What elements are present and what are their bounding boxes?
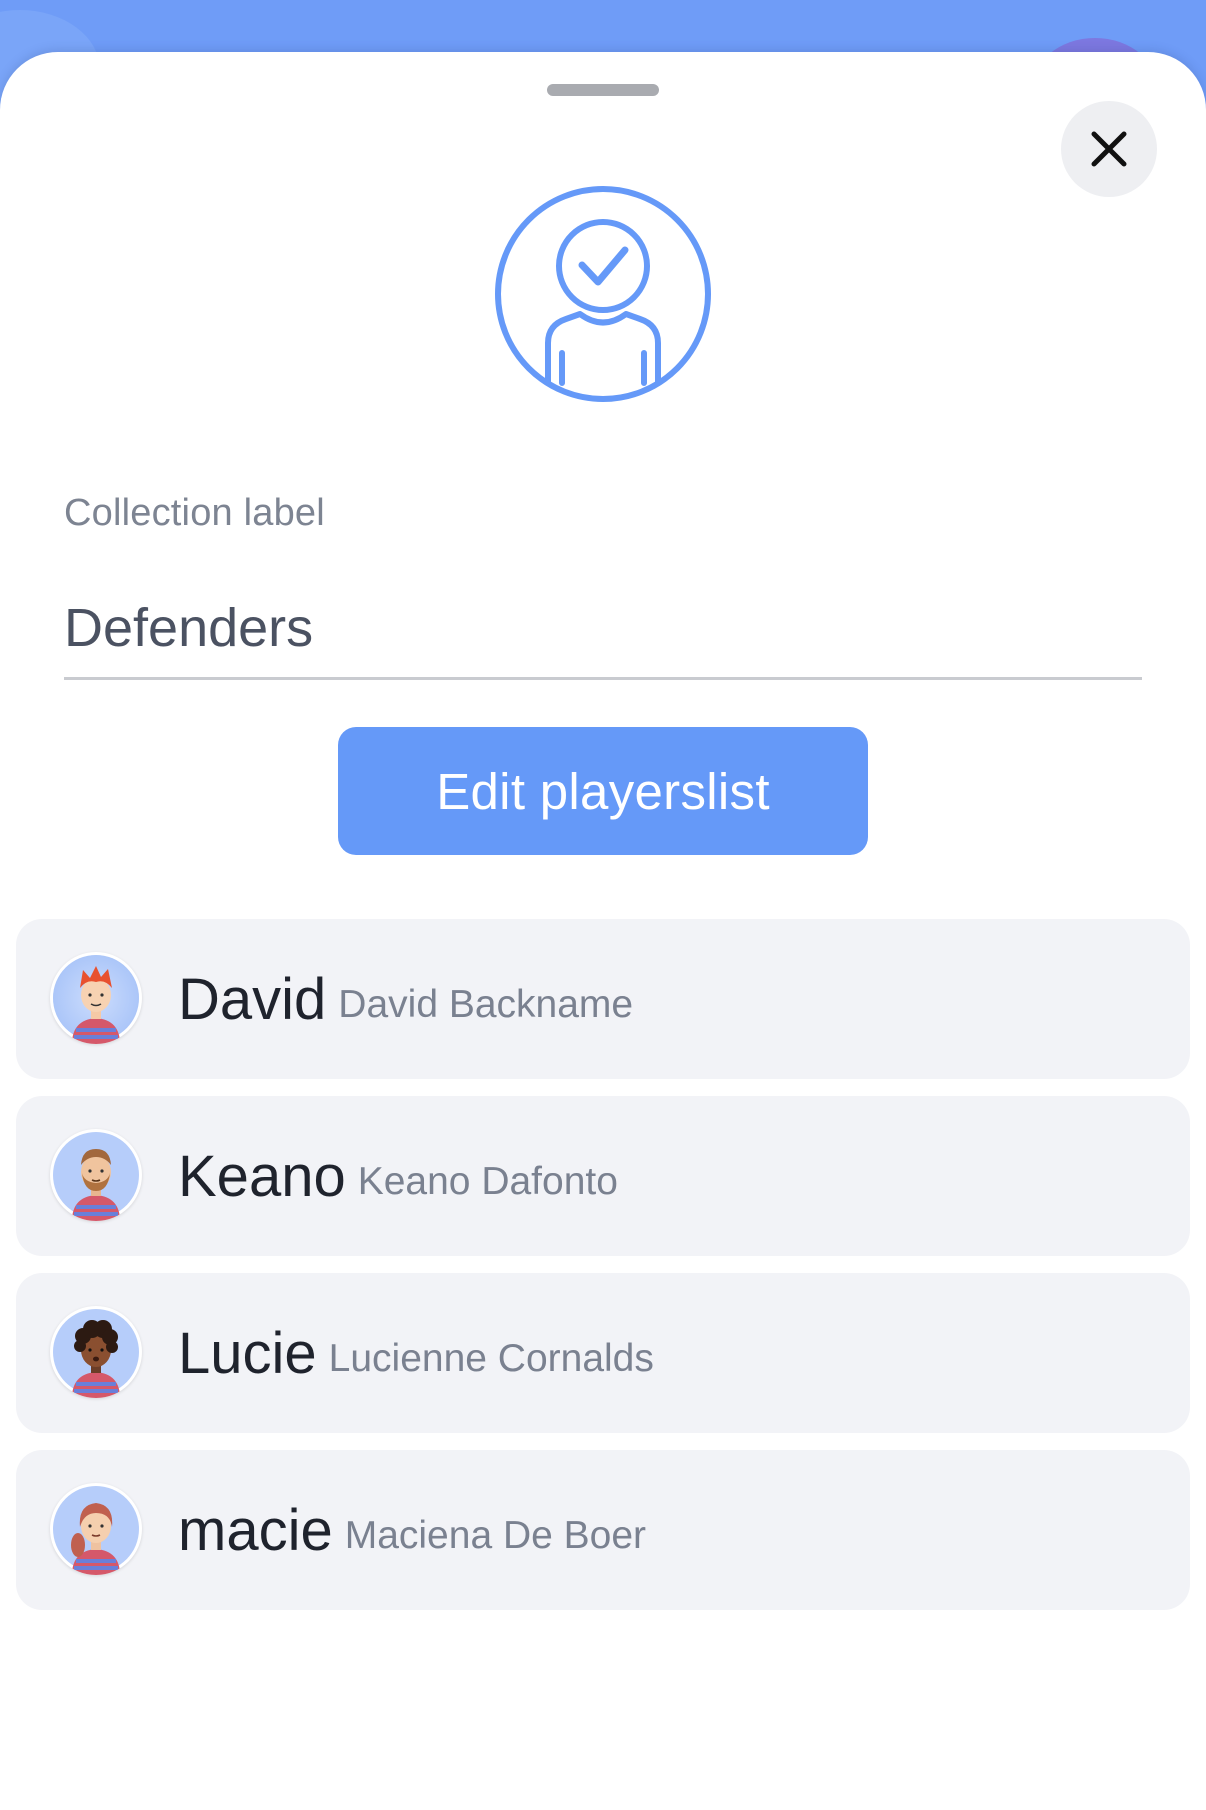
player-text: Lucie Lucienne Cornalds	[178, 1273, 654, 1433]
close-button[interactable]	[1061, 101, 1157, 197]
player-nickname: Keano	[178, 1143, 346, 1209]
avatar	[50, 952, 142, 1044]
player-nickname: David	[178, 966, 327, 1032]
player-text: macie Maciena De Boer	[178, 1450, 646, 1610]
player-full-name: David Backname	[338, 983, 634, 1026]
avatar	[50, 1483, 142, 1575]
player-row[interactable]: Keano Keano Dafonto	[16, 1096, 1190, 1256]
user-check-icon	[495, 186, 711, 402]
player-nickname: macie	[178, 1497, 333, 1563]
player-row[interactable]: David David Backname	[16, 919, 1190, 1079]
sheet-grabber-handle[interactable]	[547, 84, 659, 96]
close-icon	[1091, 131, 1127, 167]
player-list: David David Backname Keano Keano Dafonto	[16, 919, 1190, 1627]
edit-playerslist-button[interactable]: Edit playerslist	[338, 727, 868, 855]
player-full-name: Maciena De Boer	[344, 1514, 647, 1557]
player-full-name: Lucienne Cornalds	[328, 1337, 654, 1380]
collection-label: Collection label	[64, 492, 325, 534]
player-row[interactable]: macie Maciena De Boer	[16, 1450, 1190, 1610]
avatar	[50, 1306, 142, 1398]
player-text: David David Backname	[178, 919, 633, 1079]
player-nickname: Lucie	[178, 1320, 317, 1386]
avatar	[50, 1129, 142, 1221]
collection-label-input[interactable]	[64, 578, 1142, 680]
player-row[interactable]: Lucie Lucienne Cornalds	[16, 1273, 1190, 1433]
player-full-name: Keano Dafonto	[357, 1160, 618, 1203]
player-text: Keano Keano Dafonto	[178, 1096, 618, 1256]
